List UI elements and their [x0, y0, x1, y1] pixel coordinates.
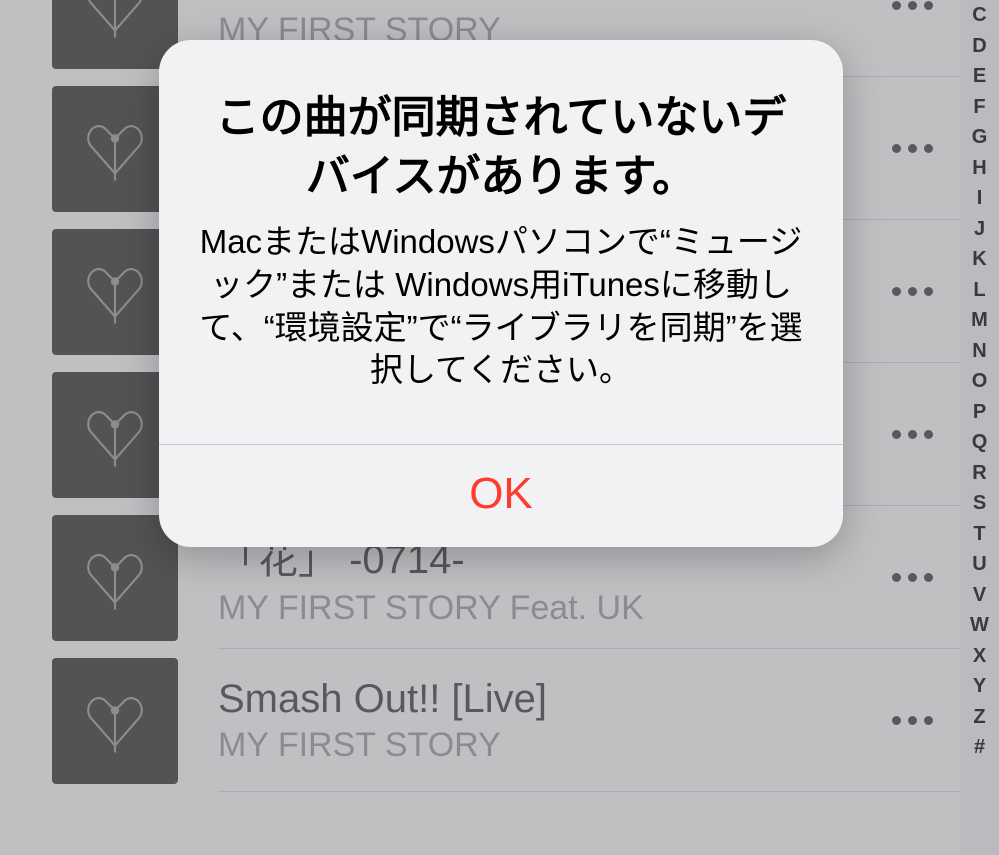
index-letter[interactable]: C: [960, 0, 999, 31]
alert-ok-button[interactable]: OK: [159, 445, 843, 547]
row-divider: [218, 791, 960, 792]
alphabet-index-bar[interactable]: C D E F G H I J K L M N O P Q R S T U V …: [960, 0, 999, 855]
more-button[interactable]: [876, 220, 948, 363]
song-title: Smash Out!! [Live]: [218, 677, 876, 722]
ellipsis-icon: [892, 287, 933, 296]
more-button[interactable]: [876, 0, 948, 77]
index-letter[interactable]: Q: [960, 427, 999, 458]
index-letter[interactable]: J: [960, 214, 999, 245]
sync-alert-dialog: この曲が同期されていないデバイスがあります。 MacまたはWindowsパソコン…: [159, 40, 843, 547]
index-letter[interactable]: R: [960, 458, 999, 489]
index-letter[interactable]: X: [960, 641, 999, 672]
index-letter[interactable]: P: [960, 397, 999, 428]
index-letter[interactable]: U: [960, 549, 999, 580]
index-letter[interactable]: K: [960, 244, 999, 275]
song-title: LET IT DIE: [218, 0, 876, 7]
index-letter[interactable]: F: [960, 92, 999, 123]
more-button[interactable]: [876, 363, 948, 506]
album-art: [52, 0, 178, 69]
song-artist: MY FIRST STORY Feat. UK: [218, 589, 876, 628]
heart-icon: [80, 257, 150, 327]
album-art: [52, 515, 178, 641]
ellipsis-icon: [892, 430, 933, 439]
ellipsis-icon: [892, 1, 933, 10]
ellipsis-icon: [892, 716, 933, 725]
more-button[interactable]: [876, 649, 948, 792]
index-letter[interactable]: T: [960, 519, 999, 550]
index-letter[interactable]: G: [960, 122, 999, 153]
heart-icon: [80, 543, 150, 613]
index-letter[interactable]: V: [960, 580, 999, 611]
index-letter[interactable]: O: [960, 366, 999, 397]
index-letter[interactable]: D: [960, 31, 999, 62]
index-letter[interactable]: L: [960, 275, 999, 306]
song-text: Smash Out!! [Live] MY FIRST STORY: [178, 677, 876, 765]
heart-icon: [80, 400, 150, 470]
index-letter[interactable]: E: [960, 61, 999, 92]
heart-icon: [80, 0, 150, 41]
alert-body: この曲が同期されていないデバイスがあります。 MacまたはWindowsパソコン…: [159, 40, 843, 444]
index-letter[interactable]: I: [960, 183, 999, 214]
ellipsis-icon: [892, 573, 933, 582]
heart-icon: [80, 686, 150, 756]
album-art: [52, 658, 178, 784]
alert-title: この曲が同期されていないデバイスがあります。: [195, 88, 807, 207]
ellipsis-icon: [892, 144, 933, 153]
heart-icon: [80, 114, 150, 184]
more-button[interactable]: [876, 77, 948, 220]
index-letter[interactable]: W: [960, 610, 999, 641]
more-button[interactable]: [876, 506, 948, 649]
index-letter[interactable]: H: [960, 153, 999, 184]
index-letter[interactable]: N: [960, 336, 999, 367]
index-letter[interactable]: Y: [960, 671, 999, 702]
index-letter[interactable]: Z: [960, 702, 999, 733]
song-artist: MY FIRST STORY: [218, 726, 876, 765]
index-letter[interactable]: #: [960, 732, 999, 763]
index-letter[interactable]: S: [960, 488, 999, 519]
song-row[interactable]: Smash Out!! [Live] MY FIRST STORY: [0, 649, 960, 792]
alert-message: MacまたはWindowsパソコンで“ミュージック”または Windows用iT…: [195, 221, 807, 393]
index-letter[interactable]: M: [960, 305, 999, 336]
